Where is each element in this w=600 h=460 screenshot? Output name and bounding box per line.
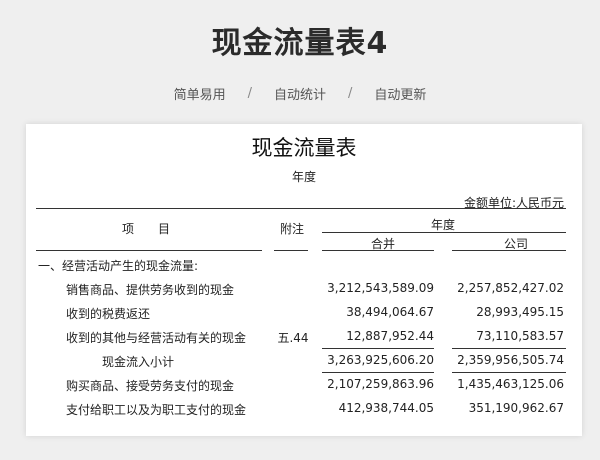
header-bottom-rule-company — [452, 250, 566, 251]
col-header-year: 年度 — [431, 218, 456, 232]
row-label: 收到的税费返还 — [66, 307, 151, 321]
year-group-rule — [322, 232, 566, 233]
value-consolidated: 38,494,064.67 — [346, 305, 434, 319]
statement-title: 现金流量表 — [251, 136, 357, 160]
tag-separator: / — [348, 86, 353, 101]
statement-year: 年度 — [291, 170, 316, 184]
value-company: 28,993,495.15 — [476, 305, 564, 319]
page-title: 现金流量表4 — [211, 26, 389, 61]
row-label: 现金流入小计 — [102, 355, 175, 369]
tag-separator: / — [247, 86, 252, 101]
row-label: 一、经营活动产生的现金流量: — [38, 259, 199, 273]
subtotal-rule-consolidated — [322, 348, 434, 349]
value-company: 1,435,463,125.06 — [457, 377, 564, 391]
row-label: 收到的其他与经营活动有关的现金 — [66, 331, 247, 345]
table-row: 购买商品、接受劳务支付的现金 2,107,259,863.96 1,435,46… — [26, 374, 582, 396]
tag-auto-update: 自动更新 — [374, 88, 427, 103]
header-bottom-rule-note — [274, 250, 308, 251]
value-consolidated: 3,263,925,606.20 — [327, 353, 434, 367]
col-header-item: 项 目 — [122, 222, 171, 236]
value-company: 2,257,852,427.02 — [457, 281, 564, 295]
statement-card: 现金流量表 年度 金额单位:人民币元 项 目 附注 年度 合并 公司 一、经营活… — [26, 124, 582, 436]
subtotal-bottom-rule-consolidated — [322, 372, 434, 373]
table-row: 支付给职工以及为职工支付的现金 412,938,744.05 351,190,9… — [26, 398, 582, 420]
table-row: 收到的税费返还 38,494,064.67 28,993,495.15 — [26, 302, 582, 324]
header-bottom-rule-consolidated — [322, 250, 434, 251]
header-top-rule — [36, 208, 566, 209]
feature-tags: 简单易用 / 自动统计 / 自动更新 — [0, 84, 600, 103]
value-consolidated: 3,212,543,589.09 — [327, 281, 434, 295]
header-bottom-rule-item — [36, 250, 262, 251]
row-label: 支付给职工以及为职工支付的现金 — [66, 403, 247, 417]
row-label: 购买商品、接受劳务支付的现金 — [66, 379, 235, 393]
value-consolidated: 12,887,952.44 — [346, 329, 434, 343]
value-company: 351,190,962.67 — [468, 401, 564, 415]
value-consolidated: 412,938,744.05 — [338, 401, 434, 415]
subtotal-rule-company — [452, 348, 566, 349]
table-row: 收到的其他与经营活动有关的现金 五.44 12,887,952.44 73,11… — [26, 326, 582, 348]
value-consolidated: 2,107,259,863.96 — [327, 377, 434, 391]
table-row: 一、经营活动产生的现金流量: — [26, 254, 582, 276]
table-row: 销售商品、提供劳务收到的现金 3,212,543,589.09 2,257,85… — [26, 278, 582, 300]
tag-easy: 简单易用 — [173, 88, 226, 103]
tag-auto-stats: 自动统计 — [273, 88, 326, 103]
value-company: 2,359,956,505.74 — [457, 353, 564, 367]
subtotal-bottom-rule-company — [452, 372, 566, 373]
row-label: 销售商品、提供劳务收到的现金 — [66, 283, 235, 297]
table-row: 现金流入小计 3,263,925,606.20 2,359,956,505.74 — [26, 350, 582, 372]
col-header-note: 附注 — [280, 222, 305, 236]
value-company: 73,110,583.57 — [476, 329, 564, 343]
